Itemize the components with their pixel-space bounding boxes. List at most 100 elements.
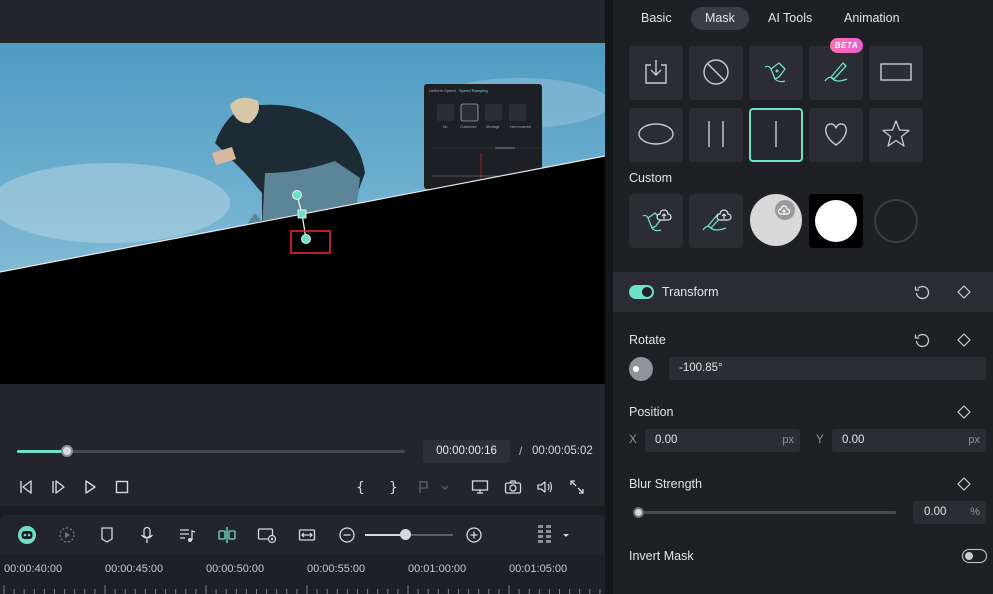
heart-mask-button[interactable]	[809, 108, 863, 162]
display-monitor-icon[interactable]	[471, 478, 489, 496]
insert-clip-icon[interactable]	[416, 478, 434, 496]
overlay-option-3: Hero moment	[510, 125, 531, 129]
blur-strength-slider[interactable]	[633, 507, 896, 518]
tab-animation[interactable]: Animation	[830, 7, 914, 30]
transform-reset-icon[interactable]	[914, 284, 930, 300]
tab-mask[interactable]: Mask	[691, 7, 749, 30]
next-frame-icon[interactable]	[49, 478, 67, 496]
track-layout-icon[interactable]	[535, 525, 555, 545]
custom-empty-circle[interactable]	[869, 194, 923, 248]
blur-strength-unit: %	[970, 506, 980, 518]
brush-mask-button[interactable]	[809, 46, 863, 100]
no-mask-icon	[701, 57, 731, 90]
previous-frame-icon[interactable]	[17, 478, 35, 496]
timeline-toolbar	[0, 515, 605, 555]
timeline-zoom-slider[interactable]	[365, 529, 453, 540]
heart-mask-icon	[821, 119, 851, 152]
preview-quality-icon[interactable]	[257, 525, 277, 545]
audio-text-icon[interactable]	[177, 525, 197, 545]
rotate-keyframe-icon[interactable]	[956, 332, 972, 348]
panel-divider[interactable]	[605, 0, 613, 594]
transform-keyframe-icon[interactable]	[956, 284, 972, 300]
zoom-handle[interactable]	[400, 529, 412, 540]
zoom-in-icon[interactable]	[464, 525, 484, 545]
tick-label: 00:01:05:00	[509, 563, 568, 575]
rotate-dial[interactable]	[629, 357, 653, 381]
video-editor: Uniform Speed Speed Ramping No Customize…	[0, 0, 993, 594]
current-time[interactable]: 00:00:00:16	[423, 440, 510, 463]
single-line-mask-button[interactable]	[749, 108, 803, 162]
fullscreen-icon[interactable]	[568, 478, 586, 496]
blur-strength-input[interactable]: 0.00 %	[913, 501, 986, 524]
position-y-label: Y	[816, 434, 824, 446]
tab-ai-tools[interactable]: AI Tools	[754, 7, 826, 30]
star-mask-icon	[881, 119, 911, 152]
playback-bar: 00:00:00:16 / 00:00:05:02 { }	[0, 430, 605, 506]
ai-assistant-icon[interactable]	[17, 525, 37, 545]
custom-brush-upload-button[interactable]	[689, 194, 743, 248]
rectangle-mask-button[interactable]	[869, 46, 923, 100]
rotate-reset-icon[interactable]	[914, 332, 930, 348]
rotate-input[interactable]: -100.85°	[669, 357, 986, 380]
ellipse-mask-icon	[637, 122, 675, 149]
position-label: Position	[629, 405, 674, 419]
double-line-mask-button[interactable]	[689, 108, 743, 162]
volume-icon[interactable]	[536, 478, 554, 496]
mask-center-handle[interactable]	[297, 209, 307, 219]
import-mask-button[interactable]	[629, 46, 683, 100]
position-y-input[interactable]: 0.00 px	[832, 429, 986, 452]
single-line-mask-icon	[761, 119, 791, 152]
blur-keyframe-icon[interactable]	[956, 476, 972, 492]
timeline-ruler[interactable]: 00:00:40:00 00:00:45:00 00:00:50:00 00:0…	[0, 555, 605, 594]
no-mask-button[interactable]	[689, 46, 743, 100]
zoom-fill	[365, 534, 406, 536]
ellipse-mask-button[interactable]	[629, 108, 683, 162]
tick-label: 00:00:45:00	[105, 563, 164, 575]
render-preview-icon[interactable]	[57, 525, 77, 545]
auto-snap-icon[interactable]	[217, 525, 237, 545]
custom-white-circle[interactable]	[809, 194, 863, 248]
ruler-ticks	[3, 585, 601, 594]
transform-section-header: Transform	[613, 272, 993, 312]
preview-header	[0, 0, 605, 43]
mask-rotate-handle[interactable]	[292, 190, 302, 200]
preview-footer	[0, 384, 605, 430]
total-duration: 00:00:05:02	[532, 445, 593, 457]
custom-upload-button[interactable]	[749, 193, 803, 250]
blur-strength-handle[interactable]	[633, 507, 644, 518]
mask-feather-handle[interactable]	[301, 234, 311, 244]
position-keyframe-icon[interactable]	[956, 404, 972, 420]
snapshot-camera-icon[interactable]	[504, 478, 522, 496]
pen-mask-button[interactable]	[749, 46, 803, 100]
layout-dropdown-icon[interactable]	[560, 525, 572, 545]
custom-pen-upload-icon	[640, 204, 672, 239]
invert-mask-label: Invert Mask	[629, 549, 694, 563]
scrub-handle[interactable]	[61, 445, 74, 457]
tick-label: 00:00:40:00	[4, 563, 63, 575]
zoom-out-icon[interactable]	[337, 525, 357, 545]
star-mask-button[interactable]	[869, 108, 923, 162]
custom-pen-upload-button[interactable]	[629, 194, 683, 248]
stop-icon[interactable]	[113, 478, 131, 496]
play-icon[interactable]	[81, 478, 99, 496]
microphone-icon[interactable]	[137, 525, 157, 545]
blur-strength-value: 0.00	[924, 506, 947, 518]
tick-label: 00:00:50:00	[206, 563, 265, 575]
overlay-option-1: Customize	[460, 125, 477, 129]
video-preview[interactable]: Uniform Speed Speed Ramping No Customize…	[0, 43, 605, 384]
scrub-track[interactable]	[17, 445, 405, 457]
position-x-input[interactable]: 0.00 px	[645, 429, 800, 452]
property-panel: Basic Mask AI Tools Animation BETA Custo…	[613, 0, 993, 594]
invert-mask-toggle[interactable]	[962, 549, 987, 563]
tick-label: 00:01:00:00	[408, 563, 467, 575]
overlay-option-0: No	[443, 125, 448, 129]
mark-in-icon[interactable]: {	[352, 478, 370, 496]
insert-dropdown-icon[interactable]	[440, 478, 450, 496]
custom-upload-icon	[749, 193, 803, 250]
fit-timeline-icon[interactable]	[297, 525, 317, 545]
mark-out-icon[interactable]: }	[384, 478, 402, 496]
tab-basic[interactable]: Basic	[627, 7, 686, 30]
transform-toggle[interactable]	[629, 285, 654, 299]
svg-text:{: {	[356, 480, 365, 495]
marker-icon[interactable]	[97, 525, 117, 545]
